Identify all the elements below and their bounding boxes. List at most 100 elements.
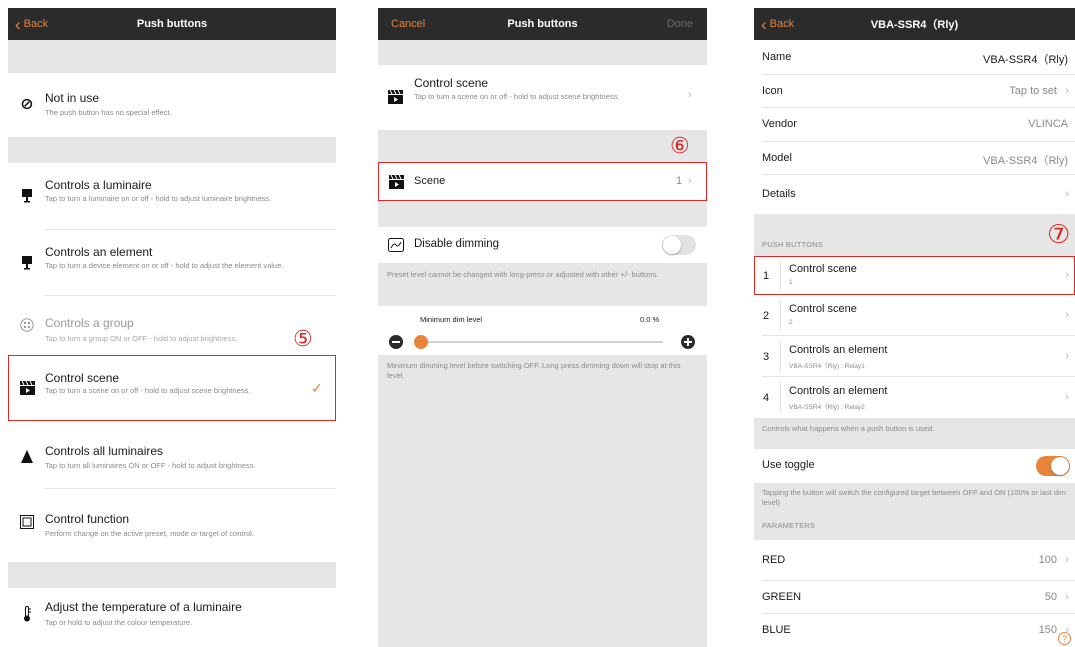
navbar: ‹ Back Push buttons: [8, 8, 336, 40]
disable-dimming-toggle[interactable]: [662, 235, 696, 255]
done-label: Done: [666, 18, 693, 30]
cancel-label: Cancel: [391, 18, 426, 30]
disable-dimming-label: Disable dimming: [414, 238, 500, 250]
push-button-action: Controls an element: [789, 384, 888, 397]
prohibited-icon: ⊘: [20, 96, 34, 113]
thermometer-icon: [16, 603, 38, 625]
plus-icon-v: [687, 338, 689, 346]
element-icon: [16, 252, 38, 274]
push-button-target: 2: [789, 318, 793, 326]
vertical-divider: [780, 300, 781, 331]
option-subtitle: The push button has no special effect.: [45, 108, 172, 117]
property-label: Icon: [762, 84, 783, 97]
option-controls-luminaire[interactable]: Controls a luminaire Tap to turn a lumin…: [8, 163, 336, 230]
disable-dimming-note-area: Preset level cannot be changed with long…: [378, 263, 707, 306]
back-button[interactable]: ‹ Back: [15, 8, 48, 40]
option-not-in-use[interactable]: ⊘ Not in use The push button has no spec…: [8, 73, 336, 137]
slider-track[interactable]: [414, 341, 663, 343]
push-button-row[interactable]: 3 Controls an element VBA-SSR4（Rly) : Rela…: [754, 336, 1075, 377]
option-controls-element[interactable]: Controls an element Tap to turn a device…: [8, 230, 336, 296]
chevron-right-icon: ›: [1065, 390, 1069, 403]
minus-button[interactable]: [389, 335, 403, 349]
push-button-action: Controls an element: [789, 343, 888, 356]
device-detail-screen: ‹ Back VBA-SSR4（Rly) Name VBA-SSR4（Rly) Ic…: [754, 8, 1075, 647]
option-title: Control function: [45, 512, 130, 526]
option-adjust-temperature[interactable]: Adjust the temperature of a luminaire Ta…: [8, 588, 336, 647]
parameter-row-green[interactable]: GREEN 50 ›: [754, 581, 1075, 614]
chevron-right-icon: ›: [1065, 553, 1069, 566]
navbar: Cancel Push buttons Done: [378, 8, 707, 40]
option-control-function[interactable]: Control function Perform change on the a…: [8, 489, 336, 562]
parameter-label: RED: [762, 553, 786, 566]
push-note-area: Controls what happens when a push button…: [754, 418, 1075, 449]
help-icon[interactable]: ?: [1058, 632, 1071, 645]
property-value: VLINCA: [1028, 118, 1068, 130]
control-scene-title: Control scene: [414, 76, 489, 90]
property-row-vendor: Vendor VLINCA: [754, 108, 1075, 142]
navbar: ‹ Back VBA-SSR4（Rly): [754, 8, 1075, 40]
min-dim-label: Minimum dim level: [420, 315, 483, 324]
dimming-curve-icon: [386, 235, 406, 255]
annotation-number-5: ⑤: [293, 326, 313, 351]
push-button-number: 2: [763, 309, 770, 322]
chevron-right-icon: ›: [1065, 590, 1069, 603]
push-button-row[interactable]: 2 Control scene 2 ›: [754, 295, 1075, 336]
cancel-button[interactable]: Cancel: [391, 8, 425, 40]
property-label: Details: [762, 187, 796, 200]
minus-icon: [392, 341, 400, 343]
parameter-value: 150: [1038, 623, 1057, 636]
option-title: Adjust the temperature of a luminaire: [45, 600, 242, 614]
toggle-knob: [1051, 457, 1069, 475]
push-note: Controls what happens when a push button…: [762, 424, 935, 433]
section-spacer: [8, 137, 336, 163]
push-buttons-screen-1: ‹ Back Push buttons ⊘ Not in use The pus…: [8, 8, 336, 647]
push-button-target: VBA-SSR4（Rly) : Relay1: [789, 362, 865, 370]
clapperboard-icon: [384, 86, 406, 108]
option-subtitle: Tap to turn a group ON or OFF - hold to …: [45, 334, 238, 343]
back-label: Back: [23, 18, 49, 30]
property-value: Tap to set: [1009, 84, 1057, 97]
option-subtitle: Tap to turn all luminaires ON or OFF - h…: [45, 461, 256, 470]
push-button-action: Control scene: [789, 302, 857, 315]
chevron-right-icon: ›: [1065, 349, 1069, 362]
property-row-name: Name VBA-SSR4（Rly): [754, 40, 1075, 75]
vertical-divider: [780, 341, 781, 372]
page-title: VBA-SSR4（Rly): [870, 19, 959, 31]
use-toggle-switch[interactable]: [1036, 456, 1070, 476]
option-title: Controls an element: [45, 245, 153, 259]
push-button-number: 4: [763, 391, 770, 404]
use-toggle-row: Use toggle: [754, 449, 1075, 483]
toggle-knob: [663, 236, 681, 254]
done-button[interactable]: Done: [667, 8, 693, 40]
property-row-details[interactable]: Details ›: [754, 175, 1075, 214]
option-controls-all-luminaires[interactable]: Controls all luminaires Tap to turn all …: [8, 421, 336, 489]
page-title: Push buttons: [136, 18, 208, 30]
highlight-box: [378, 162, 707, 201]
annotation-number-6: ⑥: [670, 133, 690, 158]
group-icon: [16, 314, 38, 336]
back-chevron-icon: ‹: [761, 14, 767, 34]
section-spacer: [8, 40, 336, 73]
parameters-header: PARAMETERS: [762, 521, 816, 530]
parameter-row-red[interactable]: RED 100 ›: [754, 540, 1075, 581]
slider-handle[interactable]: [414, 335, 428, 349]
parameter-row-blue[interactable]: BLUE 150 ›: [754, 614, 1075, 647]
push-button-number: 3: [763, 350, 770, 363]
property-row-icon[interactable]: Icon Tap to set ›: [754, 75, 1075, 108]
property-label: Vendor: [762, 118, 797, 130]
push-button-row[interactable]: 4 Controls an element VBA-SSR4（Rly) : Rela…: [754, 377, 1075, 418]
property-row-model: Model VBA-SSR4（Rly): [754, 142, 1075, 175]
option-subtitle: Tap to turn a device element on or off -…: [45, 261, 284, 270]
back-button[interactable]: ‹ Back: [761, 8, 794, 40]
min-dim-value: 0.0 %: [640, 315, 660, 324]
back-label: Back: [769, 18, 795, 30]
plus-button[interactable]: [681, 335, 695, 349]
property-value: VBA-SSR4（Rly): [983, 154, 1068, 167]
section-spacer: [8, 562, 336, 588]
function-icon: [16, 511, 38, 533]
option-controls-group[interactable]: Controls a group Tap to turn a group ON …: [8, 296, 336, 355]
push-buttons-screen-2: Cancel Push buttons Done Control scene T…: [378, 8, 707, 647]
control-scene-row[interactable]: Control scene Tap to turn a scene on or …: [378, 65, 707, 130]
property-label: Name: [762, 50, 792, 63]
help-glyph: ?: [1061, 633, 1067, 644]
